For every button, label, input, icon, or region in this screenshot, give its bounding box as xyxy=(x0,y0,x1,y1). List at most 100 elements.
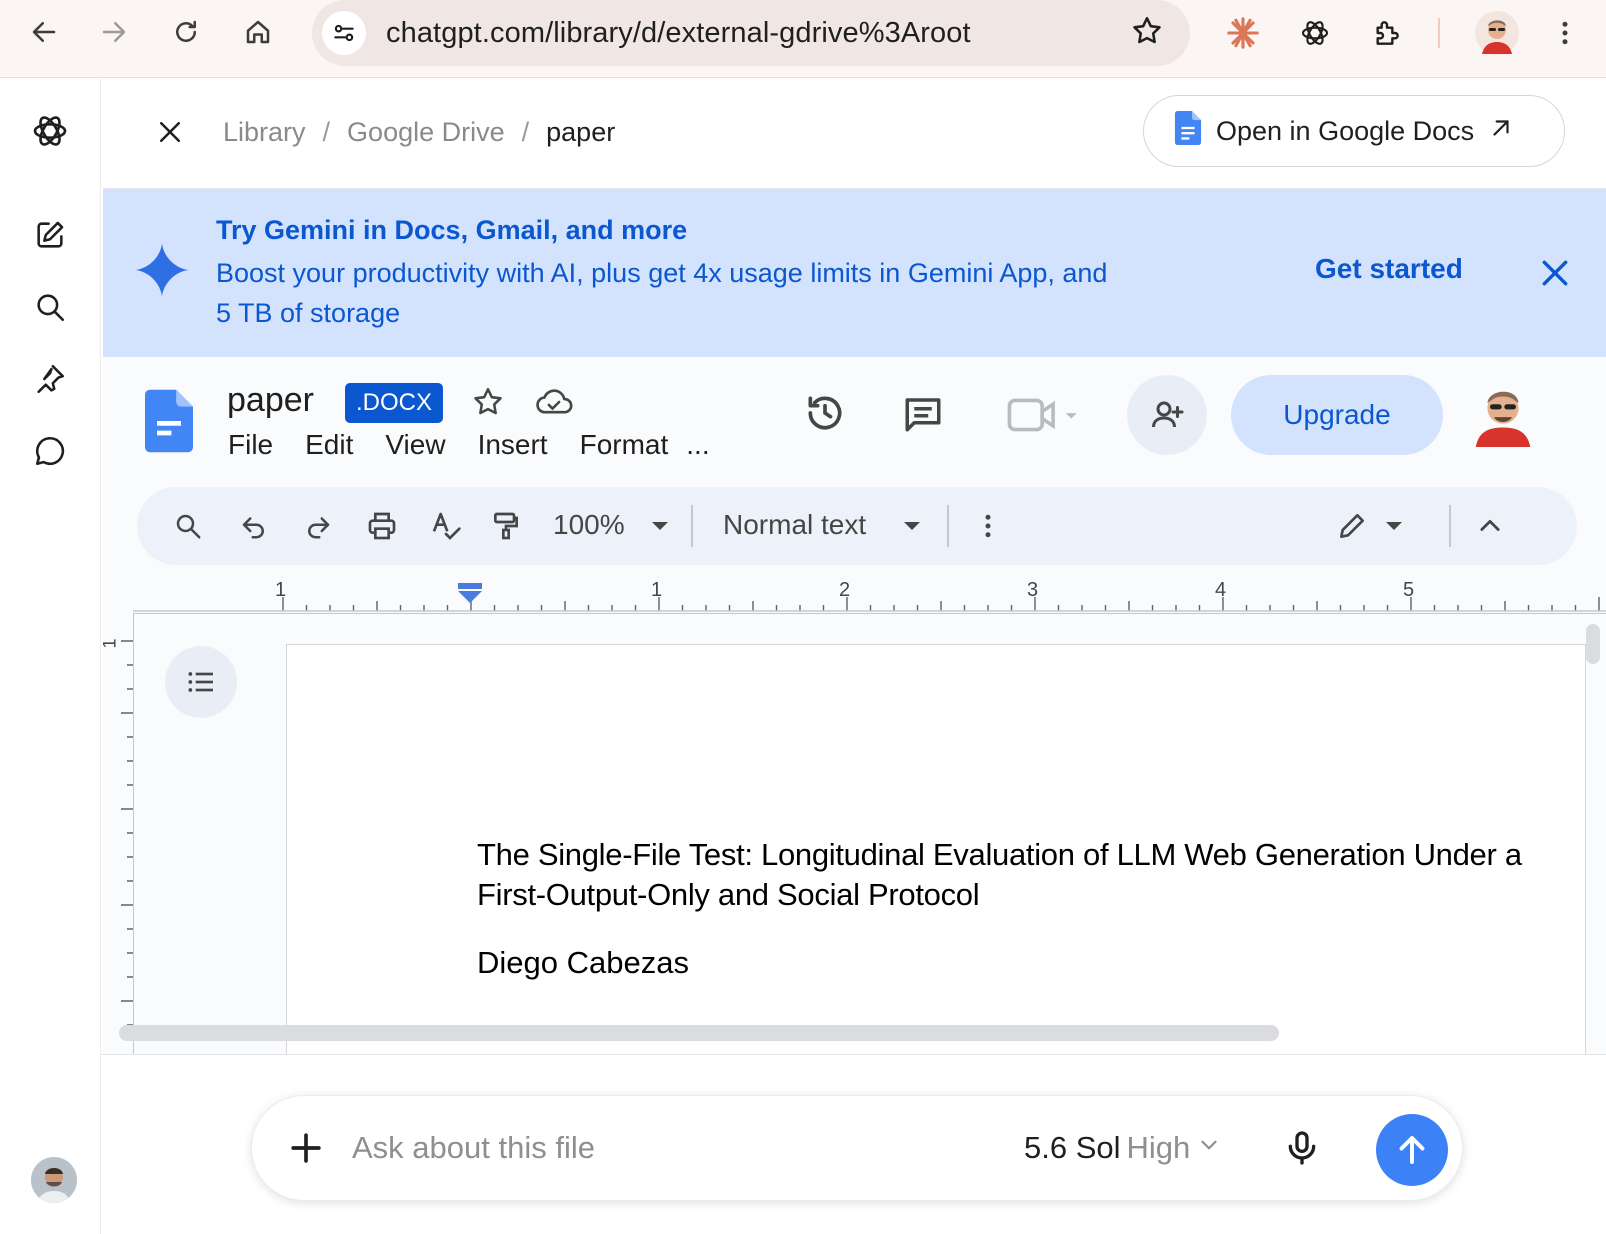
menu-insert[interactable]: Insert xyxy=(478,429,548,461)
breadcrumb-library[interactable]: Library xyxy=(223,117,306,148)
ruler-label: 2 xyxy=(839,579,851,601)
close-icon[interactable] xyxy=(149,111,191,153)
style-dropdown-icon[interactable] xyxy=(893,507,931,545)
microphone-icon[interactable] xyxy=(1282,1126,1322,1175)
gemini-sparkle-icon xyxy=(133,241,191,304)
star-icon[interactable] xyxy=(471,385,505,424)
more-options-icon[interactable] xyxy=(969,507,1007,545)
new-chat-icon[interactable] xyxy=(28,213,72,257)
model-effort: High xyxy=(1126,1130,1191,1165)
home-icon[interactable] xyxy=(240,14,276,50)
docx-badge: .DOCX xyxy=(345,383,444,423)
toolbar-divider xyxy=(1438,18,1440,48)
editing-mode-dropdown-icon[interactable] xyxy=(1375,507,1413,545)
breadcrumb-google-drive[interactable]: Google Drive xyxy=(347,117,505,148)
docs-logo-icon[interactable] xyxy=(145,389,193,458)
version-history-icon[interactable] xyxy=(803,391,847,440)
profile-avatar[interactable] xyxy=(1474,10,1520,56)
paint-format-icon[interactable] xyxy=(487,507,525,545)
undo-icon[interactable] xyxy=(235,507,273,545)
forward-icon[interactable] xyxy=(96,14,132,50)
document-canvas: The Single-File Test: Longitudinal Evalu… xyxy=(133,613,1606,1054)
openai-logo-icon[interactable] xyxy=(28,109,72,153)
plus-icon[interactable] xyxy=(284,1126,328,1175)
vertical-ruler-label: 1 xyxy=(103,638,121,648)
docs-header: paper .DOCX File Edit View Insert Format… xyxy=(103,357,1606,477)
claude-extension-icon[interactable] xyxy=(1224,14,1262,52)
menu-file[interactable]: File xyxy=(228,429,273,461)
external-link-icon xyxy=(1488,115,1514,148)
ask-panel: 5.6 Sol High xyxy=(101,1054,1606,1234)
toolbar-divider xyxy=(947,505,949,547)
docs-menubar: File Edit View Insert Format ... xyxy=(228,429,742,461)
print-icon[interactable] xyxy=(363,507,401,545)
open-in-google-docs-label: Open in Google Docs xyxy=(1216,115,1475,146)
document-heading[interactable]: The Single-File Test: Longitudinal Evalu… xyxy=(477,835,1557,915)
breadcrumb-separator: / xyxy=(322,117,331,147)
comments-icon[interactable] xyxy=(901,393,945,440)
menu-more[interactable]: ... xyxy=(686,429,709,461)
zoom-select[interactable]: 100% xyxy=(553,509,625,541)
reload-icon[interactable] xyxy=(168,14,204,50)
user-avatar[interactable] xyxy=(31,1157,77,1203)
document-author[interactable]: Diego Cabezas xyxy=(477,945,689,981)
upgrade-button[interactable]: Upgrade xyxy=(1231,375,1443,455)
vertical-scrollbar[interactable] xyxy=(1586,624,1600,664)
arrow-up-icon xyxy=(1399,1136,1425,1164)
get-started-button[interactable]: Get started xyxy=(1315,253,1463,285)
docs-account-avatar[interactable] xyxy=(1473,377,1533,447)
close-banner-icon[interactable] xyxy=(1535,253,1575,293)
menu-view[interactable]: View xyxy=(385,429,445,461)
ruler-label: 3 xyxy=(1027,579,1039,601)
url-text: chatgpt.com/library/d/external-gdrive%3A… xyxy=(386,17,971,49)
meet-video-icon[interactable] xyxy=(1007,395,1081,440)
ask-input[interactable] xyxy=(352,1126,992,1170)
menu-edit[interactable]: Edit xyxy=(305,429,353,461)
chat-bubble-icon[interactable] xyxy=(28,429,72,473)
ruler-label: 1 xyxy=(651,579,663,601)
toolbar-divider xyxy=(691,505,693,547)
paragraph-style-select[interactable]: Normal text xyxy=(723,509,866,541)
vertical-ruler[interactable]: 1 xyxy=(103,613,133,1054)
zoom-dropdown-icon[interactable] xyxy=(641,507,679,545)
google-docs-embed: Try Gemini in Docs, Gmail, and more Boos… xyxy=(103,188,1606,1054)
address-bar[interactable]: chatgpt.com/library/d/external-gdrive%3A… xyxy=(312,0,1190,66)
spellcheck-icon[interactable] xyxy=(427,507,465,545)
breadcrumb-current: paper xyxy=(546,117,616,147)
redo-icon[interactable] xyxy=(299,507,337,545)
horizontal-ruler[interactable]: 1 1 2 3 4 5 xyxy=(103,579,1606,613)
search-menus-icon[interactable] xyxy=(169,507,207,545)
menu-format[interactable]: Format xyxy=(580,429,669,461)
horizontal-scrollbar[interactable] xyxy=(119,1025,1279,1041)
collapse-chevron-up-icon[interactable] xyxy=(1471,507,1509,545)
google-docs-icon xyxy=(1174,110,1202,152)
gemini-promo-banner: Try Gemini in Docs, Gmail, and more Boos… xyxy=(103,189,1606,357)
open-in-google-docs-button[interactable]: Open in Google Docs xyxy=(1143,95,1565,167)
editing-mode-pencil-icon[interactable] xyxy=(1333,507,1371,545)
site-settings-icon[interactable] xyxy=(322,11,366,55)
chevron-down-icon xyxy=(1196,1130,1222,1166)
cloud-saved-icon[interactable] xyxy=(535,387,573,422)
toolbar-divider xyxy=(1449,505,1451,547)
search-icon[interactable] xyxy=(28,285,72,329)
breadcrumb-separator: / xyxy=(521,117,530,147)
bookmark-star-icon[interactable] xyxy=(1130,14,1164,53)
more-vertical-icon[interactable] xyxy=(1546,14,1584,52)
gemini-banner-title: Try Gemini in Docs, Gmail, and more xyxy=(216,215,688,245)
document-title[interactable]: paper xyxy=(227,381,314,420)
library-header: Library / Google Drive / paper Open in G… xyxy=(101,79,1606,187)
document-outline-icon[interactable] xyxy=(165,646,237,718)
ruler-label: 4 xyxy=(1215,579,1227,601)
extensions-puzzle-icon[interactable] xyxy=(1368,14,1406,52)
document-page[interactable]: The Single-File Test: Longitudinal Evalu… xyxy=(286,644,1586,1054)
left-sidebar xyxy=(0,79,101,1234)
back-icon[interactable] xyxy=(26,14,62,50)
model-selector[interactable]: 5.6 Sol High xyxy=(1024,1130,1222,1166)
ruler-label: 5 xyxy=(1403,579,1415,601)
pin-icon[interactable] xyxy=(28,357,72,401)
add-people-button[interactable] xyxy=(1127,375,1207,455)
ruler-label: 1 xyxy=(275,579,287,601)
send-button[interactable] xyxy=(1376,1114,1448,1186)
ask-composer: 5.6 Sol High xyxy=(251,1095,1463,1201)
chatgpt-extension-icon[interactable] xyxy=(1296,14,1334,52)
